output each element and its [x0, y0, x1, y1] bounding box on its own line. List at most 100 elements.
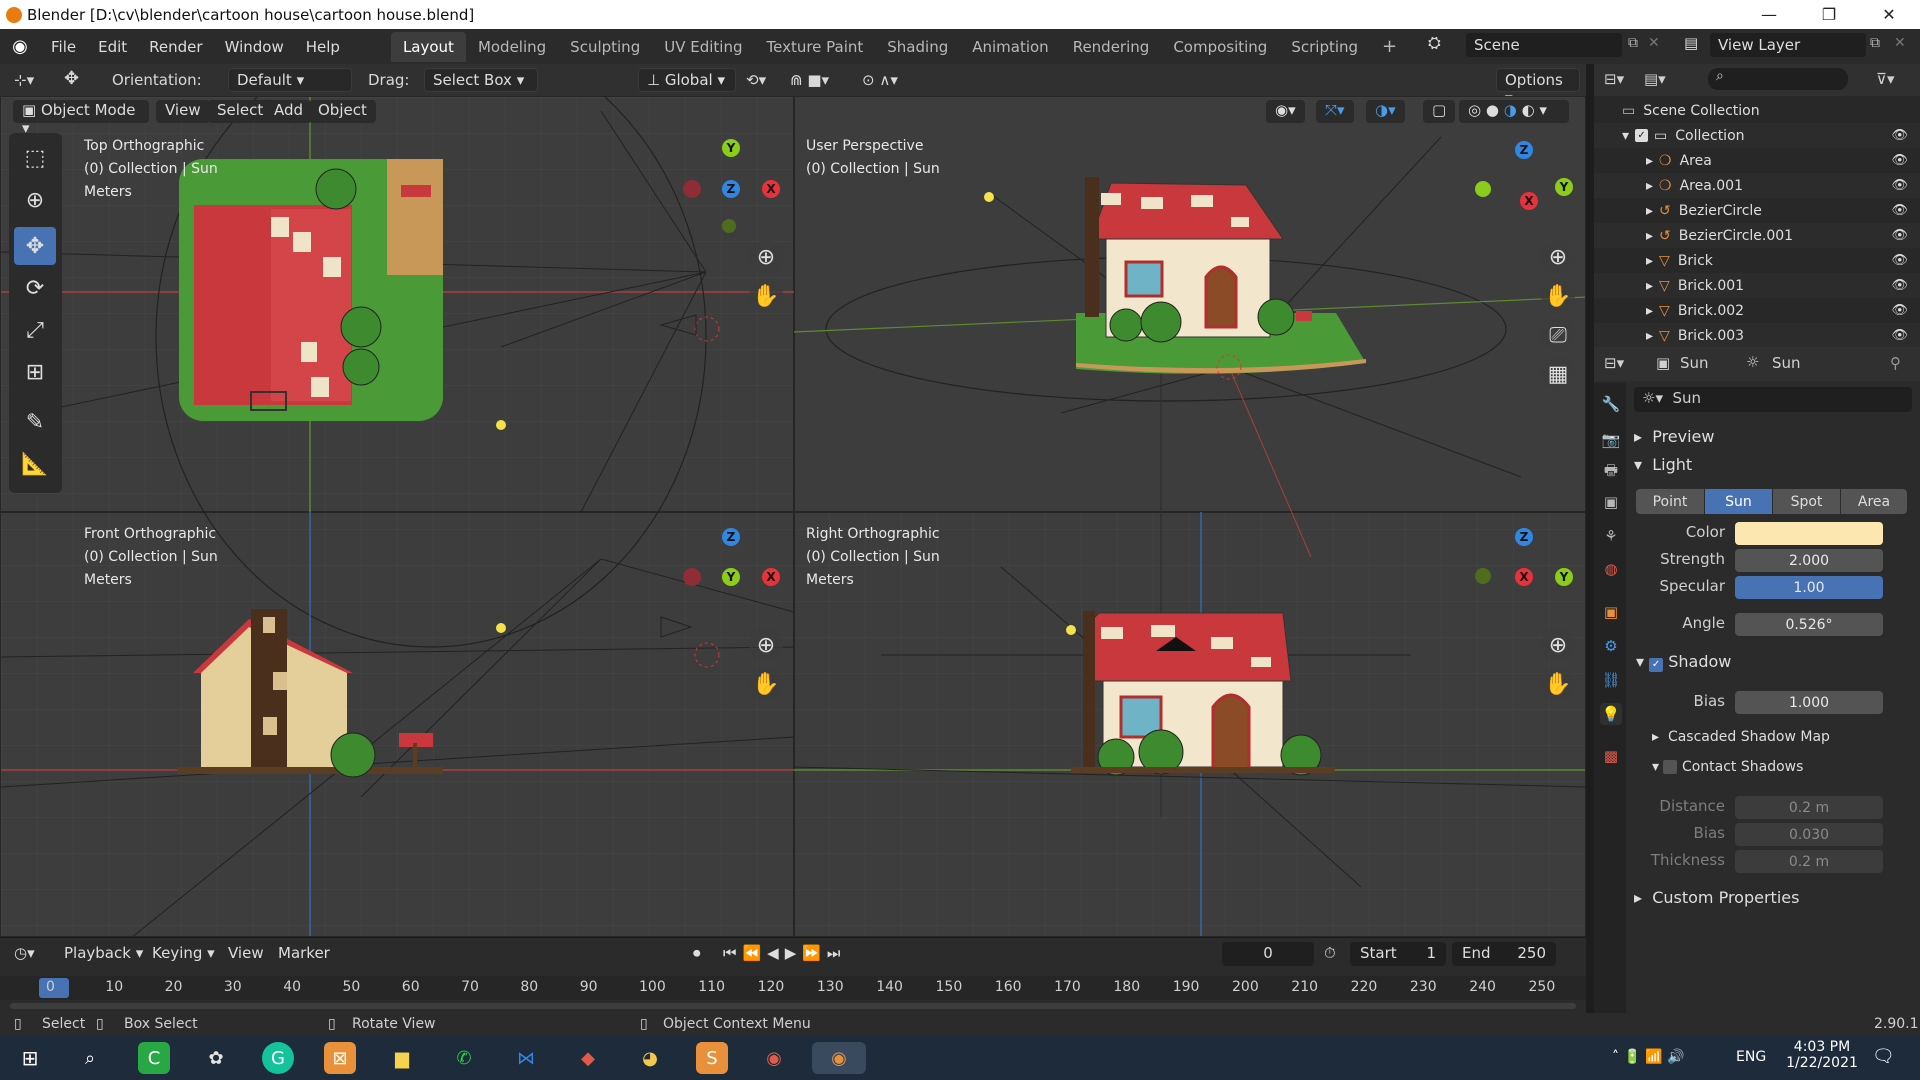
outliner-editor-type-icon[interactable]: ⊟▾ [1604, 70, 1624, 88]
move-tool-button-icon[interactable]: ✥ [14, 227, 56, 265]
frame-ruler[interactable]: 0 10 20 30 40 50 60 70 80 90 100 110 120 130 140 150 160… [0, 976, 1586, 1000]
specular-slider[interactable]: 1.00 [1735, 576, 1883, 599]
camera-view-icon[interactable]: ⎚ [1541, 318, 1575, 352]
record-button-icon[interactable]: ⏺ [693, 944, 701, 962]
outliner-item[interactable]: ▸ ❍ Area 👁 [1594, 148, 1920, 173]
gizmo-y-axis[interactable]: Y [722, 139, 740, 157]
visibility-eye-icon[interactable]: 👁 [1891, 303, 1908, 318]
light-type-spot[interactable]: Spot [1773, 489, 1840, 514]
visibility-eye-icon[interactable]: 👁 [1891, 278, 1908, 293]
pan-hand-icon[interactable]: ✋ [749, 279, 783, 313]
preview-range-icon[interactable]: ⏱ [1324, 944, 1336, 962]
vscode-icon[interactable]: ⋈ [510, 1042, 542, 1074]
options-dropdown[interactable]: Options ▾ [1496, 68, 1580, 107]
playback-controls-icons[interactable]: ⏮⏪◀▶⏩⏭ [723, 944, 846, 962]
sublime-text-icon[interactable]: S [696, 1042, 728, 1074]
expand-arrow-icon[interactable]: ▸ [1646, 228, 1653, 244]
gizmo-toggle-icon[interactable]: ⤧▾ [1316, 100, 1354, 123]
light-type-point[interactable]: Point [1636, 489, 1704, 514]
orientation-dropdown[interactable]: Default ▾ [228, 68, 352, 92]
exclude-checkbox[interactable]: ✓ [1635, 129, 1649, 142]
timeline-scrollbar[interactable] [10, 1003, 1576, 1009]
tab-rendering[interactable]: Rendering [1061, 32, 1162, 62]
visibility-eye-icon[interactable]: 👁 [1891, 253, 1908, 268]
expand-arrow-icon[interactable]: ▸ [1646, 253, 1653, 269]
menu-file[interactable]: File [40, 38, 87, 56]
menu-window[interactable]: Window [214, 38, 295, 56]
expand-arrow-icon[interactable]: ▸ [1646, 303, 1653, 319]
tab-animation[interactable]: Animation [960, 32, 1060, 62]
view-layer-field[interactable]: View Layer [1710, 33, 1866, 57]
gizmo-z-axis[interactable]: Z [722, 180, 740, 198]
light-type-area[interactable]: Area [1841, 489, 1907, 514]
select-box-tool-icon[interactable]: ⬚ [14, 139, 56, 177]
constraints-tab-icon[interactable]: ⛓ [1600, 669, 1622, 691]
chrome-icon[interactable]: ◕ [634, 1042, 666, 1074]
tab-shading[interactable]: Shading [875, 32, 960, 62]
file-explorer-icon[interactable]: ▆ [386, 1042, 418, 1074]
pan-hand-icon-front[interactable]: ✋ [749, 667, 783, 701]
remove-view-layer-icon[interactable]: ✕ [1894, 35, 1906, 51]
outliner-item[interactable]: ▸ ▽ Brick.003 👁 [1594, 323, 1920, 348]
gizmo-x-axis[interactable]: X [762, 180, 780, 198]
visibility-eye-icon[interactable]: 👁 [1891, 178, 1908, 193]
notifications-icon[interactable]: 🗨 [1872, 1046, 1895, 1067]
close-button[interactable]: ✕ [1866, 0, 1912, 29]
timeline-view-menu[interactable]: View [228, 944, 264, 962]
gizmo-x-axis-front[interactable]: X [762, 568, 780, 586]
keying-menu[interactable]: Keying ▾ [152, 944, 215, 962]
contact-shadows-header[interactable]: ▾ Contact Shadows [1652, 759, 1803, 775]
paint-icon[interactable]: ✿ [200, 1042, 232, 1074]
drag-dropdown[interactable]: Select Box ▾ [424, 68, 538, 92]
view-layer-tab-icon[interactable]: ▣ [1600, 491, 1622, 513]
texture-tab-icon[interactable]: ▩ [1600, 745, 1622, 767]
gizmo-x-axis-persp[interactable]: X [1520, 192, 1538, 210]
zoom-icon-persp[interactable]: ⊕ [1541, 240, 1575, 274]
visibility-eye-icon[interactable]: 👁 [1891, 328, 1908, 343]
snap-icon[interactable]: ⋒ ■▾ [790, 71, 829, 89]
git-icon[interactable]: ◆ [572, 1042, 604, 1074]
shading-mode-icons[interactable]: ◎ ● ◑ ◐ ▾ [1459, 100, 1569, 123]
outliner-scene-collection[interactable]: ▭ Scene Collection [1594, 98, 1920, 123]
preview-panel-header[interactable]: ▸ Preview [1634, 427, 1714, 446]
menu-render[interactable]: Render [138, 38, 213, 56]
end-frame-field[interactable]: End 250 [1452, 942, 1556, 966]
tab-scripting[interactable]: Scripting [1279, 32, 1370, 62]
light-panel-header[interactable]: ▾ Light [1634, 455, 1692, 474]
windows-start-icon[interactable]: ⊞ [14, 1042, 46, 1074]
timeline-editor-type-icon[interactable]: ◷▾ [14, 944, 35, 962]
media-player-icon[interactable]: ◉ [758, 1042, 790, 1074]
gizmo-neg-y-right[interactable] [1475, 568, 1491, 584]
transform-tool-icon[interactable]: ⊞ [14, 353, 56, 391]
expand-arrow-icon[interactable]: ▸ [1646, 203, 1653, 219]
rotate-tool-icon[interactable]: ⟳ [14, 269, 56, 307]
measure-tool-icon[interactable]: 📐 [14, 445, 56, 483]
custom-properties-header[interactable]: ▸ Custom Properties [1634, 888, 1799, 907]
modifier-tab-icon[interactable]: ⚙ [1600, 635, 1622, 657]
render-tab-icon[interactable]: 📷 [1600, 429, 1622, 451]
zoom-icon-right[interactable]: ⊕ [1541, 628, 1575, 662]
viewport-object-menu[interactable]: Object [309, 100, 376, 123]
visibility-eye-icon[interactable]: 👁 [1891, 228, 1908, 243]
tab-modeling[interactable]: Modeling [466, 32, 558, 62]
remove-scene-icon[interactable]: ✕ [1648, 35, 1660, 51]
pan-hand-icon-right[interactable]: ✋ [1541, 667, 1575, 701]
expand-arrow-icon[interactable]: ▾ [1622, 128, 1629, 144]
expand-arrow-icon[interactable]: ▸ [1646, 328, 1653, 344]
view-layer-icon[interactable]: ▤ [1684, 34, 1698, 52]
xray-toggle-icon[interactable]: ▢ [1423, 100, 1456, 123]
distance-field[interactable]: 0.2 m [1735, 796, 1883, 819]
expand-arrow-icon[interactable]: ▸ [1646, 278, 1653, 294]
outliner-item[interactable]: ▸ ▽ Brick 👁 [1594, 248, 1920, 273]
whatsapp-icon[interactable]: ✆ [448, 1042, 480, 1074]
zoom-icon-front[interactable]: ⊕ [749, 628, 783, 662]
cursor-tool-icon[interactable]: ⊕ [14, 181, 56, 219]
properties-editor-type-icon[interactable]: ⊟▾ [1604, 354, 1624, 372]
light-datablock-field[interactable]: ☼▾ Sun [1634, 387, 1912, 412]
filter-icon[interactable]: ⊽▾ [1876, 70, 1895, 88]
gizmo-z-axis-persp[interactable]: Z [1515, 141, 1533, 159]
tab-compositing[interactable]: Compositing [1161, 32, 1279, 62]
visibility-eye-icon[interactable]: 👁 [1891, 153, 1908, 168]
add-workspace-button[interactable]: + [1370, 30, 1409, 63]
blender-taskbar-icon[interactable]: ◉ [812, 1042, 866, 1074]
